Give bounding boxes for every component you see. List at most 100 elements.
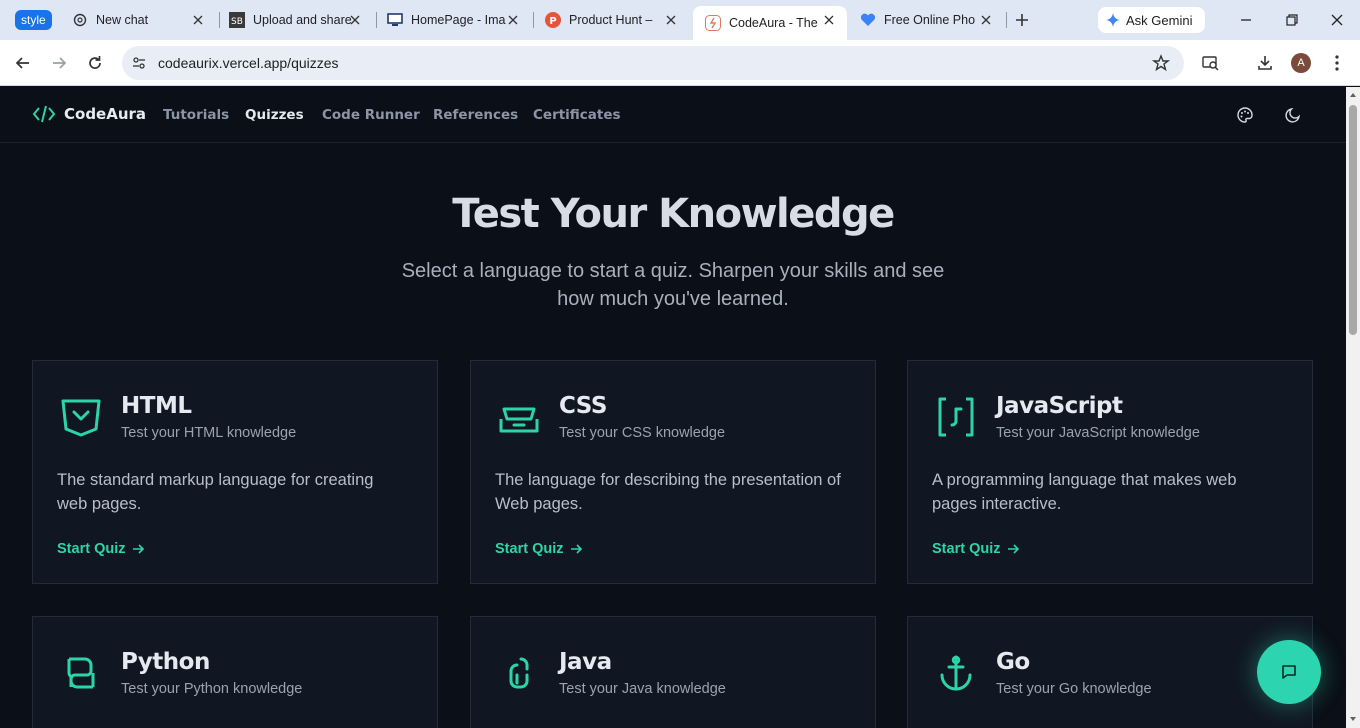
chat-bubble-icon (1282, 665, 1296, 679)
start-quiz-link[interactable]: Start Quiz (932, 541, 1020, 557)
palette-icon[interactable] (1236, 106, 1254, 124)
quiz-card-title: CSS (559, 393, 607, 419)
scroll-up-icon[interactable] (1349, 91, 1357, 99)
tab-title: CodeAura - The (729, 16, 818, 30)
page-content: CodeAura Tutorials Quizzes Code Runner R… (0, 87, 1346, 728)
quiz-card-subtitle: Test your HTML knowledge (121, 425, 297, 441)
nav-tutorials[interactable]: Tutorials (163, 107, 229, 123)
browser-tab-product-hunt[interactable]: P Product Hunt – (533, 6, 689, 34)
new-tab-icon[interactable] (1013, 11, 1031, 29)
tab-title: New chat (96, 13, 149, 27)
close-icon[interactable] (663, 12, 679, 28)
code-brackets-icon (32, 105, 56, 123)
quiz-card-subtitle: Test your JavaScript knowledge (996, 425, 1200, 441)
page-subtitle-line-1: Select a language to start a quiz. Sharp… (401, 260, 945, 282)
quiz-card-go[interactable]: Go Test your Go knowledge (907, 616, 1313, 728)
dark-mode-moon-icon[interactable] (1284, 106, 1302, 124)
browser-tab-free-photo[interactable]: Free Online Pho (848, 6, 1004, 34)
arrow-right-icon (133, 544, 145, 554)
arrow-right-icon (571, 544, 583, 554)
quiz-card-javascript[interactable]: JavaScript Test your JavaScript knowledg… (907, 360, 1313, 584)
html5-icon (61, 399, 101, 437)
tab-title: HomePage - Ima (411, 13, 506, 27)
style-badge[interactable]: style (15, 10, 52, 30)
quiz-card-title: HTML (121, 393, 192, 419)
quiz-card-description: The standard markup language for creatin… (57, 471, 374, 513)
heart-icon (860, 12, 876, 28)
sb-icon: SB (229, 12, 245, 28)
browser-tab-new-chat[interactable]: New chat (60, 6, 216, 34)
start-quiz-link[interactable]: Start Quiz (57, 541, 145, 557)
codeaura-icon (705, 15, 721, 31)
tab-title: Product Hunt – (569, 13, 653, 27)
monitor-icon (387, 12, 403, 28)
url-text[interactable]: codeaurix.vercel.app/quizzes (158, 55, 339, 71)
download-icon[interactable] (1255, 53, 1275, 73)
minimize-icon[interactable] (1236, 10, 1256, 30)
close-icon[interactable] (978, 12, 994, 28)
close-icon[interactable] (505, 12, 521, 28)
css3-icon (499, 407, 539, 433)
quiz-card-title: JavaScript (996, 393, 1123, 419)
nav-code-runner[interactable]: Code Runner (322, 107, 420, 123)
start-quiz-label: Start Quiz (932, 541, 1001, 557)
nav-references[interactable]: References (433, 107, 518, 123)
quiz-card-subtitle: Test your Go knowledge (996, 681, 1152, 697)
start-quiz-label: Start Quiz (57, 541, 126, 557)
chat-button[interactable] (1257, 640, 1321, 704)
close-icon[interactable] (190, 12, 206, 28)
bookmark-star-icon[interactable] (1152, 54, 1170, 72)
quiz-card-css[interactable]: CSS Test your CSS knowledge The language… (470, 360, 876, 584)
close-icon[interactable] (821, 12, 837, 28)
address-bar[interactable]: codeaurix.vercel.app/quizzes (122, 46, 1184, 80)
lens-search-icon[interactable] (1201, 53, 1221, 73)
brand-name: CodeAura (64, 105, 147, 123)
more-menu-icon[interactable] (1327, 53, 1347, 73)
quiz-card-description: The language for describing the presenta… (495, 471, 841, 513)
openai-icon (72, 12, 88, 28)
quiz-card-python[interactable]: Python Test your Python knowledge (32, 616, 438, 728)
window-close-icon[interactable] (1327, 10, 1347, 30)
back-icon[interactable] (13, 53, 33, 73)
gemini-icon (1106, 13, 1120, 27)
close-icon[interactable] (347, 12, 363, 28)
nav-quizzes[interactable]: Quizzes (245, 107, 304, 123)
page-subtitle: Select a language to start a quiz. Sharp… (373, 257, 973, 313)
tab-title: Upload and share (253, 13, 352, 27)
forward-icon[interactable] (49, 53, 69, 73)
svg-text:SB: SB (231, 17, 243, 27)
start-quiz-link[interactable]: Start Quiz (495, 541, 583, 557)
tab-title: Free Online Pho (884, 13, 976, 27)
site-settings-icon[interactable] (131, 55, 147, 71)
java-icon (509, 657, 529, 689)
reload-icon[interactable] (85, 53, 105, 73)
ask-gemini-button[interactable]: Ask Gemini (1098, 7, 1205, 33)
page-subtitle-line-2: how much you've learned. (557, 288, 789, 310)
browser-tab-codeaura[interactable]: CodeAura - The (693, 6, 847, 40)
browser-tab-homepage[interactable]: HomePage - Ima (375, 6, 531, 34)
ask-gemini-label: Ask Gemini (1126, 12, 1193, 28)
site-header: CodeAura Tutorials Quizzes Code Runner R… (0, 87, 1346, 143)
nav-certificates[interactable]: Certificates (533, 107, 621, 123)
scrollbar-thumb[interactable] (1349, 105, 1357, 335)
start-quiz-label: Start Quiz (495, 541, 564, 557)
quiz-card-subtitle: Test your Python knowledge (121, 681, 303, 697)
quiz-card-subtitle: Test your Java knowledge (559, 681, 726, 697)
brand-logo[interactable]: CodeAura (32, 104, 146, 124)
quiz-card-title: Java (559, 649, 612, 675)
go-icon (940, 655, 972, 691)
restore-icon[interactable] (1282, 10, 1302, 30)
quiz-card-description: A programming language that makes web pa… (932, 471, 1237, 513)
quiz-card-html[interactable]: HTML Test your HTML knowledge The standa… (32, 360, 438, 584)
quiz-card-subtitle: Test your CSS knowledge (559, 425, 726, 441)
quiz-card-title: Go (996, 649, 1030, 675)
quiz-card-title: Python (121, 649, 210, 675)
scroll-down-icon[interactable] (1349, 715, 1357, 723)
browser-tab-bar: style New chat SB Upload and share HomeP… (0, 0, 1360, 40)
profile-avatar[interactable]: A (1291, 53, 1311, 73)
browser-tab-upload[interactable]: SB Upload and share (217, 6, 373, 34)
svg-text:P: P (549, 16, 556, 27)
producthunt-icon: P (545, 12, 561, 28)
page-scrollbar[interactable] (1346, 87, 1360, 728)
quiz-card-java[interactable]: Java Test your Java knowledge (470, 616, 876, 728)
